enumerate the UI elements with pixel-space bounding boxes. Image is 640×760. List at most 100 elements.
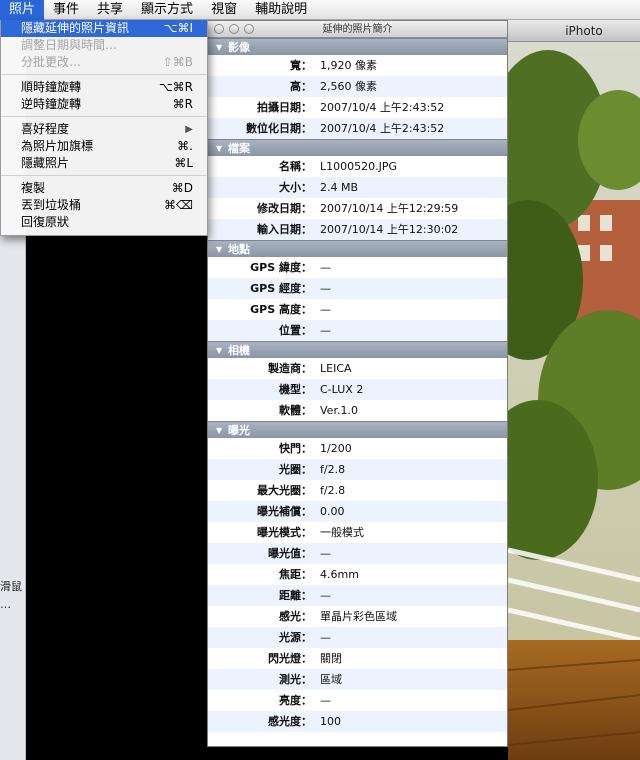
- submenu-arrow-icon: ▶: [185, 124, 193, 135]
- info-value: 單晶片彩色區域: [320, 610, 397, 623]
- menu-item-label: 調整日期與時間…: [21, 38, 118, 52]
- info-row: 距離： —: [208, 585, 507, 606]
- menu-separator: [1, 116, 207, 117]
- section-header-image[interactable]: ▼ 影像: [208, 38, 507, 55]
- menu-item-shortcut: ⌘.: [177, 139, 193, 153]
- menu-separator: [1, 175, 207, 176]
- info-key: 高：: [290, 80, 312, 93]
- menu-item-flag-photo[interactable]: 為照片加旗標 ⌘.: [1, 138, 207, 155]
- section-header-file[interactable]: ▼ 檔案: [208, 139, 507, 156]
- menu-item-hide-photo[interactable]: 隱藏照片 ⌘L: [1, 155, 207, 172]
- menu-item-adjust-date-time: 調整日期與時間…: [1, 37, 207, 54]
- section-title: 地點: [228, 243, 250, 256]
- info-row: 製造商： LEICA: [208, 358, 507, 379]
- info-key: 軟體：: [279, 404, 312, 417]
- info-value: —: [320, 324, 331, 337]
- info-value: 一般模式: [320, 526, 364, 539]
- menu-item-duplicate[interactable]: 複製 ⌘D: [1, 180, 207, 197]
- section-title: 曝光: [228, 424, 250, 437]
- info-row: 寬： 1,920 像素: [208, 55, 507, 76]
- info-row: 測光： 區域: [208, 669, 507, 690]
- menu-item-label: 順時鐘旋轉: [21, 80, 82, 94]
- menu-share[interactable]: 共享: [88, 0, 132, 20]
- info-key: 感光度：: [268, 715, 312, 728]
- info-key: 輸入日期：: [257, 223, 312, 236]
- info-key: 測光：: [279, 673, 312, 686]
- info-key: 快門：: [279, 442, 312, 455]
- info-value: 2007/10/14 上午12:29:59: [320, 202, 459, 215]
- menu-item-shortcut: ⌥⌘R: [158, 80, 193, 94]
- info-value: 2.4 MB: [320, 181, 359, 194]
- disclosure-triangle-icon[interactable]: ▼: [216, 342, 228, 359]
- section-header-location[interactable]: ▼ 地點: [208, 240, 507, 257]
- info-value: Ver.1.0: [320, 404, 358, 417]
- menu-item-label: 逆時鐘旋轉: [21, 97, 82, 111]
- menu-item-hide-extended-info[interactable]: 隱藏延伸的照片資訊 ⌥⌘I: [1, 20, 207, 37]
- menu-item-revert-to-original[interactable]: 回復原狀: [1, 214, 207, 231]
- menu-help[interactable]: 輔助說明: [246, 0, 316, 20]
- iphoto-window-title: iPhoto: [565, 24, 603, 38]
- menu-events[interactable]: 事件: [44, 0, 88, 20]
- info-row: 機型： C-LUX 2: [208, 379, 507, 400]
- section-header-camera[interactable]: ▼ 相機: [208, 341, 507, 358]
- disclosure-triangle-icon[interactable]: ▼: [216, 140, 228, 157]
- info-window-titlebar[interactable]: 延伸的照片簡介: [208, 21, 507, 38]
- menu-item-move-to-trash[interactable]: 丟到垃圾桶 ⌘⌫: [1, 197, 207, 214]
- sidebar-ellipsis: …: [0, 598, 11, 611]
- info-key: 感光：: [279, 610, 312, 623]
- menu-bar: 照片 事件 共享 顯示方式 視窗 輔助說明: [0, 0, 640, 20]
- menu-item-rating[interactable]: 喜好程度 ▶: [1, 121, 207, 138]
- info-value: 4.6mm: [320, 568, 359, 581]
- menu-item-label: 喜好程度: [21, 122, 70, 136]
- menu-item-rotate-counterclockwise[interactable]: 逆時鐘旋轉 ⌘R: [1, 96, 207, 113]
- info-key: 修改日期：: [257, 202, 312, 215]
- section-header-exposure[interactable]: ▼ 曝光: [208, 421, 507, 438]
- section-title: 相機: [228, 344, 250, 357]
- info-row: 焦距： 4.6mm: [208, 564, 507, 585]
- info-key: GPS 高度：: [250, 303, 312, 316]
- info-row: 快門： 1/200: [208, 438, 507, 459]
- photo-preview: iPhoto: [508, 20, 640, 760]
- info-key: 大小：: [279, 181, 312, 194]
- menu-item-shortcut: ⌥⌘I: [163, 21, 193, 35]
- info-row: 感光度： 100: [208, 711, 507, 732]
- info-value: 1/200: [320, 442, 352, 455]
- menu-window[interactable]: 視窗: [202, 0, 246, 20]
- info-key: 光源：: [279, 631, 312, 644]
- info-value: 2,560 像素: [320, 80, 377, 93]
- info-key: 機型：: [279, 383, 312, 396]
- menu-item-rotate-clockwise[interactable]: 順時鐘旋轉 ⌥⌘R: [1, 79, 207, 96]
- info-value: —: [320, 282, 331, 295]
- info-row: 閃光燈： 關閉: [208, 648, 507, 669]
- disclosure-triangle-icon[interactable]: ▼: [216, 422, 228, 439]
- iphoto-window-titlebar[interactable]: iPhoto: [508, 20, 640, 42]
- info-row: 位置： —: [208, 320, 507, 341]
- info-value: L1000520.JPG: [320, 160, 398, 173]
- info-row: 輸入日期： 2007/10/14 上午12:30:02: [208, 219, 507, 240]
- info-value: 1,920 像素: [320, 59, 377, 72]
- menu-item-shortcut: ⌘⌫: [164, 198, 193, 212]
- info-row: 光圈： f/2.8: [208, 459, 507, 480]
- menu-item-label: 複製: [21, 181, 46, 195]
- menu-item-label: 回復原狀: [21, 215, 70, 229]
- info-row: 拍攝日期： 2007/10/4 上午2:43:52: [208, 97, 507, 118]
- menu-view[interactable]: 顯示方式: [132, 0, 202, 20]
- info-row: 大小： 2.4 MB: [208, 177, 507, 198]
- info-sections: ▼ 影像 寬： 1,920 像素高： 2,560 像素拍攝日期： 2007/10/4 上午…: [208, 38, 507, 732]
- info-value: LEICA: [320, 362, 352, 375]
- info-row: 修改日期： 2007/10/14 上午12:29:59: [208, 198, 507, 219]
- photos-dropdown-menu: 隱藏延伸的照片資訊 ⌥⌘I 調整日期與時間… 分批更改… ⇧⌘B 順時鐘旋轉 ⌥…: [0, 20, 208, 236]
- disclosure-triangle-icon[interactable]: ▼: [216, 241, 228, 258]
- section-title: 檔案: [228, 142, 250, 155]
- photo-image: [508, 20, 640, 760]
- info-value: 0.00: [320, 505, 345, 518]
- info-key: 曝光值：: [268, 547, 312, 560]
- info-row: GPS 緯度： —: [208, 257, 507, 278]
- info-value: —: [320, 547, 331, 560]
- disclosure-triangle-icon[interactable]: ▼: [216, 39, 228, 56]
- info-row: 曝光模式： 一般模式: [208, 522, 507, 543]
- menu-item-label: 隱藏延伸的照片資訊: [21, 21, 130, 35]
- menu-photos[interactable]: 照片: [0, 0, 45, 20]
- info-row: 亮度： —: [208, 690, 507, 711]
- info-key: 數位化日期：: [246, 122, 312, 135]
